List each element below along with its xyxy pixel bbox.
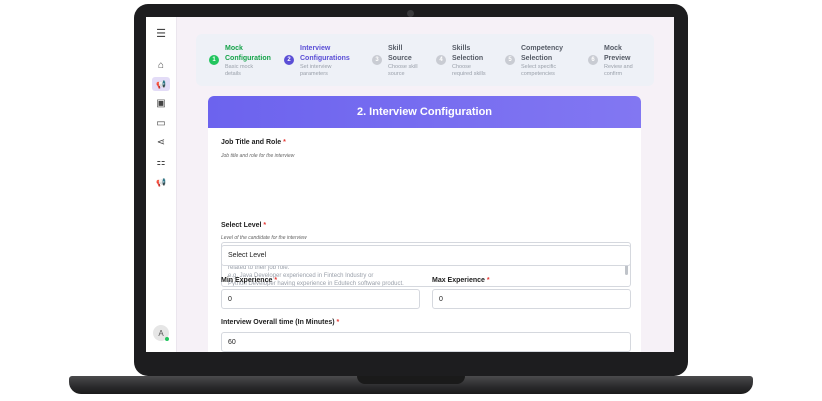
step-title: Skills Selection xyxy=(452,45,484,62)
required-asterisk: * xyxy=(263,222,267,229)
step-number: 3 xyxy=(372,55,382,65)
step-description: Choose skill source xyxy=(388,64,418,77)
select-level-label-text: Select Level xyxy=(221,222,262,229)
job-title-hint: Job title and role for the interview xyxy=(221,153,295,159)
step-number: 1 xyxy=(209,55,219,65)
app-screen: ☰ ⌂ 📢 ▣ ▭ ⋖ ⚏ 📢 A 1 Mock Configuration B… xyxy=(146,17,674,352)
step-description: Review and confirm xyxy=(604,64,633,77)
max-experience-label-text: Max Experience xyxy=(432,277,485,284)
select-level-dropdown[interactable]: Select Level xyxy=(221,245,631,266)
id-card-icon[interactable]: ▣ xyxy=(152,96,170,110)
max-experience-value: 0 xyxy=(439,295,443,303)
form-header: 2. Interview Configuration xyxy=(208,96,641,128)
step-title: Competency Selection xyxy=(521,45,564,62)
webcam xyxy=(407,10,414,17)
step-description: Choose required skills xyxy=(452,64,486,77)
step-title: Mock Preview xyxy=(604,45,631,62)
step-number: 2 xyxy=(284,55,294,65)
interview-duration-label-text: Interview Overall time (In Minutes) xyxy=(221,319,335,326)
share-icon[interactable]: ⋖ xyxy=(152,135,170,149)
select-level-label: Select Level * xyxy=(221,222,266,229)
step-title: Interview Configurations xyxy=(300,45,350,62)
min-experience-label: Min Experience * xyxy=(221,277,277,284)
step-description: Set interview parameters xyxy=(300,64,332,77)
job-title-label: Job Title and Role * xyxy=(221,139,286,146)
interview-configuration-form: 2. Interview Configuration Job Title and… xyxy=(208,96,641,352)
sidebar: ☰ ⌂ 📢 ▣ ▭ ⋖ ⚏ 📢 A xyxy=(146,17,177,352)
step-description: Select specific competencies xyxy=(521,64,557,77)
step-title: Mock Configuration xyxy=(225,45,271,62)
step-number: 4 xyxy=(436,55,446,65)
step-number: 6 xyxy=(588,55,598,65)
hamburger-menu-icon[interactable]: ☰ xyxy=(152,26,170,40)
megaphone-icon[interactable]: 📢 xyxy=(152,175,170,189)
job-title-label-text: Job Title and Role xyxy=(221,139,282,146)
wizard-stepper: 1 Mock Configuration Basic mock details … xyxy=(196,34,654,86)
required-asterisk: * xyxy=(486,277,490,284)
select-level-value: Select Level xyxy=(228,252,267,259)
max-experience-label: Max Experience * xyxy=(432,277,490,284)
step-description: Basic mock details xyxy=(225,64,254,77)
home-icon[interactable]: ⌂ xyxy=(152,58,170,72)
min-experience-label-text: Min Experience xyxy=(221,277,273,284)
step-number: 5 xyxy=(505,55,515,65)
interview-duration-input[interactable]: 60 xyxy=(221,332,631,352)
required-asterisk: * xyxy=(283,139,286,146)
laptop-hinge-notch xyxy=(357,376,465,384)
required-asterisk: * xyxy=(336,319,340,326)
monitor-icon[interactable]: ▭ xyxy=(152,116,170,130)
required-asterisk: * xyxy=(274,277,278,284)
min-experience-value: 0 xyxy=(228,295,232,303)
online-status-dot xyxy=(165,337,169,341)
interview-duration-value: 60 xyxy=(228,338,236,346)
select-level-hint: Level of the candidate for the interview xyxy=(221,235,307,241)
grid-icon[interactable]: ⚏ xyxy=(152,155,170,169)
interview-duration-label: Interview Overall time (In Minutes) * xyxy=(221,319,339,326)
max-experience-input[interactable]: 0 xyxy=(432,289,631,309)
min-experience-input[interactable]: 0 xyxy=(221,289,420,309)
megaphone-icon[interactable]: 📢 xyxy=(152,77,170,91)
